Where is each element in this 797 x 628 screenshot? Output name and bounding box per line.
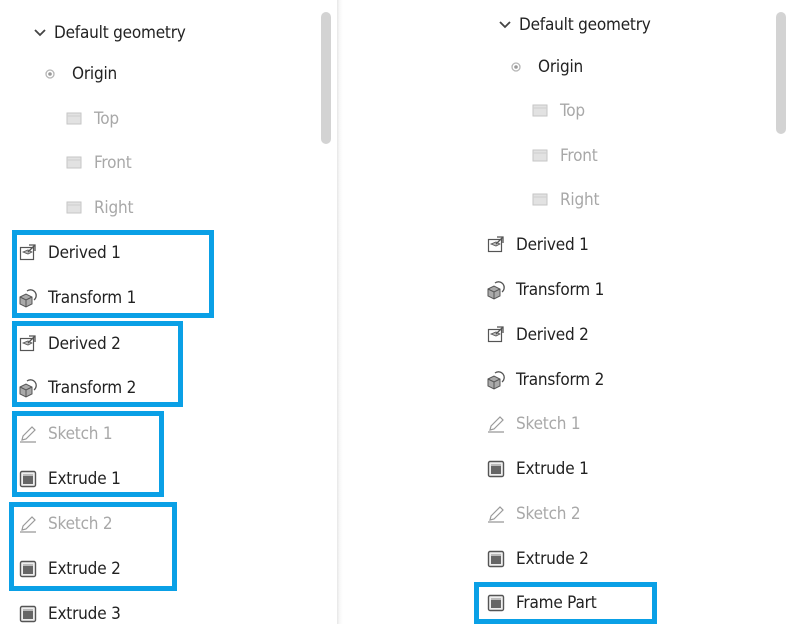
plane-icon [64, 153, 84, 173]
right-feature-default-geometry[interactable]: Default geometry [495, 11, 651, 39]
left-feature-extrude-2[interactable]: Extrude 2 [18, 555, 121, 583]
feature-label: Origin [538, 56, 584, 77]
left-feature-transform-2[interactable]: Transform 2 [18, 374, 136, 402]
feature-label: Sketch 2 [48, 513, 113, 534]
right-feature-front[interactable]: Front [530, 142, 598, 170]
right-feature-transform-1[interactable]: Transform 1 [486, 276, 604, 304]
transform-icon [18, 288, 38, 308]
plane-icon [530, 101, 550, 121]
extrude-icon [18, 559, 38, 579]
left-feature-right[interactable]: Right [64, 194, 133, 222]
feature-label: Top [94, 108, 119, 129]
right-feature-extrude-1[interactable]: Extrude 1 [486, 455, 589, 483]
right-feature-derived-1[interactable]: Derived 1 [486, 231, 589, 259]
feature-label: Sketch 2 [516, 503, 581, 524]
feature-label: Front [560, 145, 598, 166]
extrude-icon [18, 469, 38, 489]
right-feature-transform-2[interactable]: Transform 2 [486, 366, 604, 394]
feature-label: Transform 1 [516, 279, 605, 300]
feature-label: Frame Part [516, 592, 597, 613]
feature-label: Transform 1 [48, 287, 137, 308]
derived-icon [18, 334, 38, 354]
left-feature-top[interactable]: Top [64, 105, 119, 133]
left-feature-origin[interactable]: Origin [40, 60, 117, 88]
left-feature-transform-1[interactable]: Transform 1 [18, 284, 136, 312]
derived-icon [486, 325, 506, 345]
feature-label: Origin [72, 63, 118, 84]
right-feature-origin[interactable]: Origin [506, 53, 583, 81]
feature-label: Extrude 2 [516, 548, 589, 569]
feature-label: Transform 2 [48, 377, 137, 398]
left-feature-derived-2[interactable]: Derived 2 [18, 330, 121, 358]
extrude-icon [486, 459, 506, 479]
sketch-icon [18, 424, 38, 444]
feature-label: Right [94, 197, 134, 218]
chevron-down-icon[interactable] [495, 15, 515, 35]
transform-icon [18, 378, 38, 398]
right-feature-frame-part[interactable]: Frame Part [486, 589, 597, 617]
right-feature-sketch-2[interactable]: Sketch 2 [486, 500, 581, 528]
derived-icon [18, 243, 38, 263]
feature-label: Extrude 1 [48, 468, 121, 489]
right-feature-extrude-2[interactable]: Extrude 2 [486, 545, 589, 573]
feature-label: Extrude 1 [516, 458, 589, 479]
right-scrollbar[interactable] [776, 12, 786, 134]
right-feature-top[interactable]: Top [530, 97, 585, 125]
plane-icon [64, 109, 84, 129]
origin-icon [40, 64, 60, 84]
plane-icon [530, 190, 550, 210]
feature-label: Default geometry [54, 22, 186, 43]
right-feature-list [343, 0, 797, 624]
left-feature-derived-1[interactable]: Derived 1 [18, 239, 121, 267]
transform-icon [486, 370, 506, 390]
feature-label: Derived 2 [516, 324, 589, 345]
transform-icon [486, 280, 506, 300]
left-feature-sketch-1[interactable]: Sketch 1 [18, 420, 113, 448]
extrude-icon [486, 549, 506, 569]
feature-label: Derived 2 [48, 333, 121, 354]
left-feature-default-geometry[interactable]: Default geometry [30, 19, 186, 47]
extrude-icon [486, 593, 506, 613]
feature-label: Extrude 3 [48, 603, 121, 624]
chevron-down-icon[interactable] [30, 23, 50, 43]
left-feature-extrude-1[interactable]: Extrude 1 [18, 465, 121, 493]
left-scrollbar[interactable] [321, 12, 331, 144]
plane-icon [530, 146, 550, 166]
sketch-icon [18, 514, 38, 534]
right-feature-sketch-1[interactable]: Sketch 1 [486, 410, 581, 438]
derived-icon [486, 235, 506, 255]
plane-icon [64, 198, 84, 218]
origin-icon [506, 57, 526, 77]
feature-label: Default geometry [519, 14, 651, 35]
feature-label: Extrude 2 [48, 558, 121, 579]
extrude-icon [18, 604, 38, 624]
sketch-icon [486, 504, 506, 524]
feature-label: Top [560, 100, 585, 121]
right-feature-derived-2[interactable]: Derived 2 [486, 321, 589, 349]
feature-label: Sketch 1 [516, 413, 581, 434]
feature-label: Transform 2 [516, 369, 605, 390]
feature-label: Front [94, 152, 132, 173]
sketch-icon [486, 414, 506, 434]
feature-label: Derived 1 [48, 242, 121, 263]
left-feature-sketch-2[interactable]: Sketch 2 [18, 510, 113, 538]
right-feature-right[interactable]: Right [530, 186, 599, 214]
feature-label: Right [560, 189, 600, 210]
left-feature-front[interactable]: Front [64, 149, 132, 177]
feature-label: Derived 1 [516, 234, 589, 255]
feature-label: Sketch 1 [48, 423, 113, 444]
